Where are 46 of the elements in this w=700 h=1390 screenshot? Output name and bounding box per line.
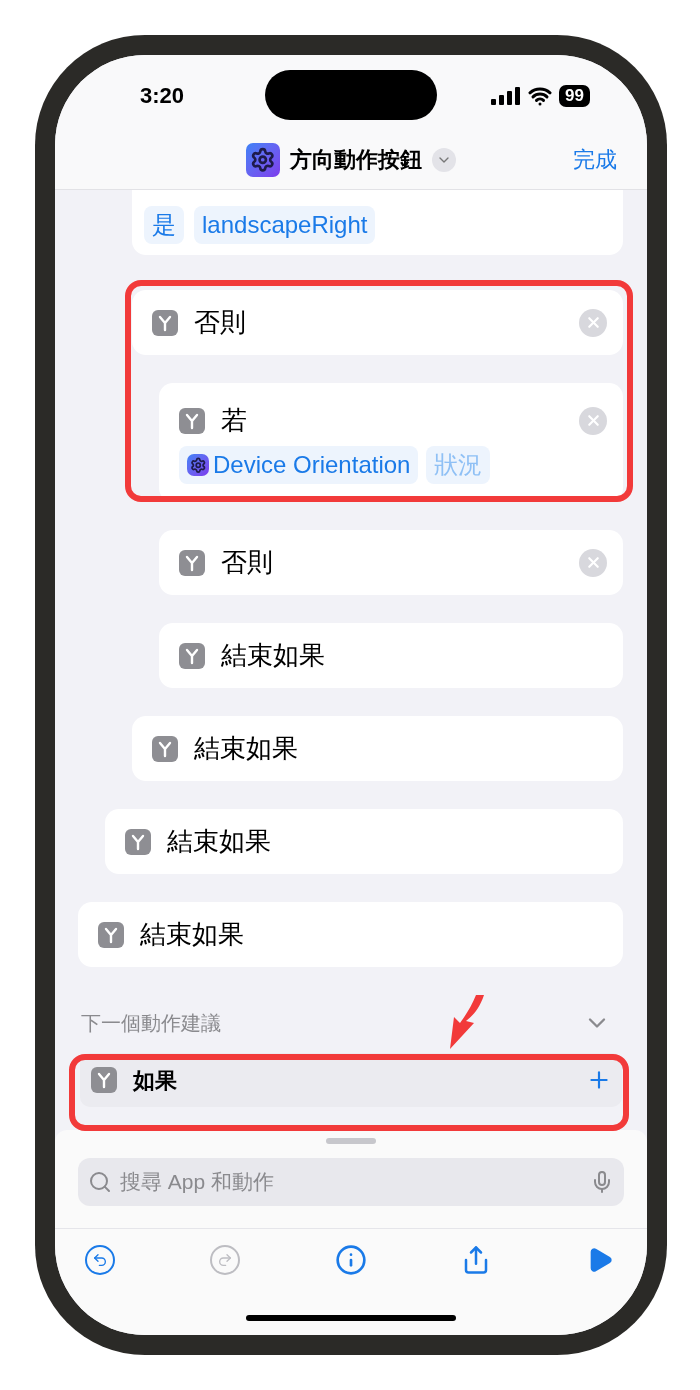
battery-indicator: 99 (559, 84, 590, 107)
info-button[interactable] (334, 1243, 367, 1276)
branch-icon (125, 828, 151, 855)
search-field[interactable]: 搜尋 App 和動作 (78, 1158, 624, 1206)
action-card[interactable]: 否則 (159, 530, 623, 595)
variable-token[interactable]: 是 (144, 206, 184, 244)
signal-icon (491, 86, 522, 105)
suggestion-label: 如果 (133, 1066, 178, 1095)
shortcut-title[interactable]: 方向動作按鈕 (290, 143, 422, 176)
status-time: 3:20 (140, 82, 185, 110)
branch-icon (98, 921, 124, 948)
branch-icon (91, 1067, 117, 1093)
search-icon (88, 1170, 112, 1194)
redo-icon (216, 1251, 233, 1268)
action-label: 否則 (194, 306, 247, 339)
action-label: 否則 (221, 546, 274, 579)
app-icon (187, 454, 209, 476)
sheet-handle[interactable] (326, 1138, 376, 1144)
chevron-button[interactable] (432, 147, 456, 172)
action-label: 結束如果 (140, 918, 245, 951)
redo-button[interactable] (209, 1244, 240, 1275)
action-card[interactable]: 結束如果 (78, 902, 623, 967)
section-header: 下一個動作建議 (81, 1011, 221, 1036)
search-input[interactable]: 搜尋 App 和動作 (120, 1166, 582, 1198)
action-card[interactable]: 結束如果 (105, 809, 623, 874)
remove-button[interactable] (579, 548, 607, 577)
action-label: 結束如果 (194, 732, 299, 765)
branch-icon (179, 642, 205, 669)
variable-token[interactable]: Device Orientation (179, 446, 419, 484)
action-card[interactable]: 否則 (132, 290, 623, 355)
undo-icon (92, 1251, 108, 1268)
branch-icon (179, 407, 205, 434)
app-icon (246, 142, 280, 177)
branch-icon (152, 309, 178, 336)
undo-button[interactable] (85, 1244, 115, 1275)
remove-button[interactable] (579, 406, 607, 435)
action-card[interactable]: 結束如果 (159, 623, 623, 688)
variable-token[interactable]: landscapeRight (194, 206, 376, 244)
branch-icon (179, 549, 205, 576)
action-label: 結束如果 (221, 639, 326, 672)
done-button[interactable]: 完成 (573, 143, 617, 176)
action-label: 若 (221, 404, 248, 437)
branch-icon (152, 735, 178, 762)
remove-button[interactable] (579, 308, 607, 337)
action-label: 結束如果 (167, 825, 272, 858)
action-card[interactable]: 結束如果 (132, 716, 623, 781)
